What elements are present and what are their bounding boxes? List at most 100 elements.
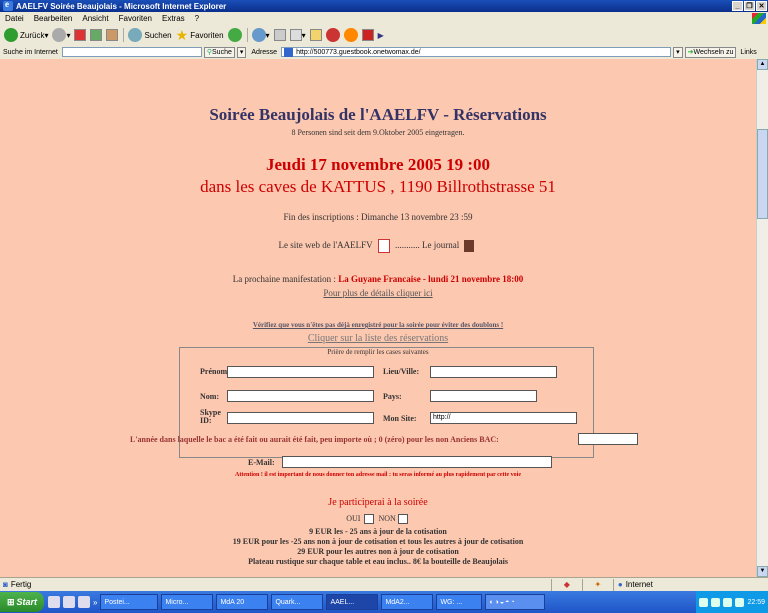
back-button[interactable]: Zurück ▾ [4,28,48,42]
history-button[interactable] [227,28,242,42]
lieu-input[interactable] [430,366,557,378]
dots: ........... [394,240,420,251]
ie-logo-icon [3,0,13,11]
refresh-icon [90,29,103,41]
go-label: Wechseln zu [693,48,734,56]
suche-label: Suche [212,48,232,56]
messenger-button[interactable] [325,28,340,42]
search-icon [128,28,143,42]
skype-input[interactable] [227,412,374,424]
toolbar-separator [123,28,125,42]
tray-icon[interactable] [711,597,721,607]
journal-icon[interactable] [464,240,475,252]
event-date: Jeudi 17 novembre 2005 19 :00 [266,155,490,174]
task-button[interactable]: MdA 20 [216,594,269,610]
favorites-label: Favoriten [190,30,224,40]
task-button[interactable]: WG: ... [436,594,483,610]
favorites-button[interactable]: ★ Favoriten [176,27,224,44]
flag-button[interactable] [361,29,374,41]
go-button[interactable]: ➔ Wechseln zu [684,46,737,58]
tray-icon[interactable] [699,597,709,607]
app-quicklaunch-icon[interactable] [78,596,90,608]
mon-site-input[interactable]: http:// [430,412,577,424]
menu-datei[interactable]: Datei [0,14,29,23]
minimize-button[interactable]: _ [732,1,743,11]
oui-checkbox[interactable] [364,514,375,525]
menu-bar: Datei Bearbeiten Ansicht Favoriten Extra… [0,12,768,26]
stop-button[interactable] [74,29,87,41]
messenger-icon [325,28,340,42]
links-label[interactable]: Links [740,49,756,56]
suche-dropdown[interactable]: ▾ [236,46,247,58]
price-line: Plateau rustique sur chaque table et eau… [248,557,508,566]
folder-button[interactable] [309,29,322,41]
language-bar[interactable]: ◐◑◒◓◔ [485,594,546,610]
language-bar-icons: ◐◑◒◓◔ [489,598,516,606]
nom-input[interactable] [227,390,374,402]
reservation-list-link[interactable]: Cliquer sur la liste des réservations [0,333,756,344]
tray-icon[interactable] [735,597,745,607]
windows-flag-icon: ⊞ [6,596,15,607]
menu-favoriten[interactable]: Favoriten [114,14,157,23]
ie-quicklaunch-icon[interactable] [63,596,75,608]
folder-icon [309,29,322,41]
print-button[interactable] [273,29,286,41]
refresh-button[interactable] [90,29,103,41]
vertical-scrollbar[interactable]: ▲ ▼ [756,59,768,577]
task-button[interactable]: MdA2... [381,594,434,610]
search-label: Suchen [144,30,172,40]
bac-input[interactable] [578,433,638,445]
star-icon: ★ [175,26,189,43]
tray-icon[interactable] [723,597,733,607]
forward-button[interactable]: ▾ [52,28,70,42]
scroll-up-button[interactable]: ▲ [757,59,768,70]
address-bar: Suche im Internet ⚲ Suche ▾ Adresse http… [0,45,768,60]
system-tray: 22:59 [696,591,768,613]
desktop-icon[interactable] [48,596,60,608]
page-content: Soirée Beaujolais de l'AAELFV - Réservat… [0,59,756,577]
nom-label: Nom: [200,392,220,401]
search-button[interactable]: Suchen [128,28,172,42]
arrow-button[interactable]: ▶ [378,31,384,40]
security-icon: ✦ [594,580,602,589]
media-button[interactable] [343,28,358,42]
maximize-button[interactable]: ❐ [744,1,755,11]
edit-button[interactable]: ▾ [289,29,306,41]
more-details-link[interactable]: Pour plus de détails cliquer ici [0,288,756,298]
scroll-down-button[interactable]: ▼ [757,566,768,577]
menu-extras[interactable]: Extras [157,14,190,23]
search-internet-input[interactable] [61,47,202,57]
deadline-text: Fin des inscriptions : Dimanche 13 novem… [283,212,473,222]
task-button-active[interactable]: AAEL... [326,594,379,610]
task-button[interactable]: Postei... [100,594,159,610]
price-line: 29 EUR pour les autres non à jour de cot… [297,547,459,556]
start-button[interactable]: ⊞ Start [0,592,44,612]
menu-help[interactable]: ? [190,14,204,23]
close-button[interactable]: ✕ [756,1,767,11]
mail-button[interactable]: ▾ [251,28,270,42]
browser-toolbar: Zurück ▾ ▾ Suchen ★ Favoriten ▾ ▾ ▶ [0,25,768,46]
email-input[interactable] [282,456,552,468]
address-input[interactable]: http://500773.guestbook.onetwomax.de/ [281,47,672,57]
non-checkbox[interactable] [397,514,408,525]
clock: 22:59 [747,598,765,606]
price-line: 19 EUR pour les -25 ans non à jour de co… [232,537,524,546]
menu-ansicht[interactable]: Ansicht [77,14,113,23]
prenom-input[interactable] [227,366,374,378]
home-button[interactable] [106,29,119,41]
task-button[interactable]: Micro... [161,594,214,610]
scroll-thumb[interactable] [757,129,768,219]
next-event-label: La prochaine manifestation : [232,274,339,284]
price-line: 9 EUR les - 25 ans à jour de la cotisati… [309,527,447,536]
email-label: E-Mail: [248,458,275,467]
suche-button[interactable]: ⚲ Suche [203,46,235,58]
address-dropdown[interactable]: ▾ [673,46,683,58]
task-button[interactable]: Quark... [271,594,324,610]
play-icon: ▶ [377,30,384,40]
quicklaunch-more-icon[interactable]: » [93,598,97,607]
verify-link[interactable]: Vérifiez que vous n'êtes pas déjà enregi… [0,321,756,329]
site-logo-icon[interactable] [377,239,390,253]
menu-bearbeiten[interactable]: Bearbeiten [29,14,78,23]
pays-input[interactable] [430,390,537,402]
taskbar: ⊞ Start » Postei... Micro... MdA 20 Quar… [0,591,768,613]
